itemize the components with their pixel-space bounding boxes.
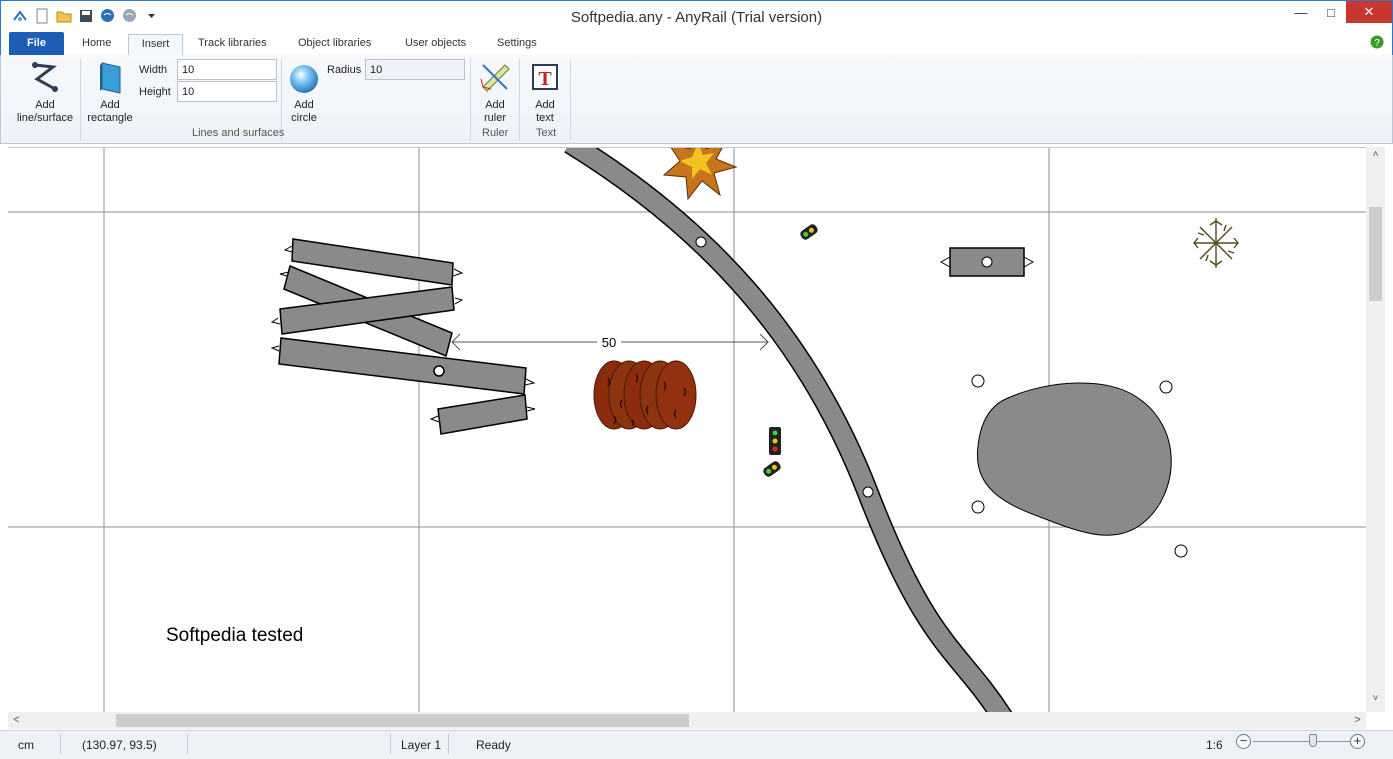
add-rectangle-label-1: Add bbox=[100, 99, 120, 111]
switch-tracks[interactable] bbox=[270, 238, 536, 435]
plant-object[interactable] bbox=[1193, 218, 1239, 268]
canvas-text-label[interactable]: Softpedia tested bbox=[166, 625, 303, 647]
add-circle-label-1: Add bbox=[294, 99, 314, 111]
add-ruler-label-2: ruler bbox=[483, 112, 506, 124]
scroll-left-button[interactable]: < bbox=[8, 712, 25, 729]
signal-object[interactable] bbox=[799, 223, 819, 242]
scroll-right-button[interactable]: > bbox=[1349, 712, 1366, 729]
add-text-label-2: text bbox=[536, 112, 554, 124]
tab-home[interactable]: Home bbox=[72, 34, 121, 55]
group-label-lines-surfaces: Lines and surfaces bbox=[192, 127, 285, 139]
ruler-icon bbox=[480, 64, 510, 92]
tab-user-objects[interactable]: User objects bbox=[395, 34, 476, 55]
track-joint[interactable] bbox=[862, 486, 874, 498]
separator bbox=[80, 59, 81, 141]
status-bar: cm (130.97, 93.5) Layer 1 Ready 1:6 − + bbox=[0, 730, 1393, 759]
handle-point[interactable] bbox=[1174, 544, 1188, 558]
width-label: Width bbox=[139, 64, 168, 76]
tab-insert[interactable]: Insert bbox=[128, 34, 183, 55]
track-joint[interactable] bbox=[695, 236, 707, 248]
track-joint[interactable] bbox=[433, 365, 445, 377]
signal-object[interactable] bbox=[762, 460, 782, 479]
add-line-surface-label-2: line/surface bbox=[16, 112, 74, 124]
add-ruler-label-1: Add bbox=[485, 99, 505, 111]
group-label-text: Text bbox=[536, 127, 557, 139]
handle-point[interactable] bbox=[971, 500, 985, 514]
scroll-up-button[interactable]: ˄ bbox=[1366, 149, 1385, 166]
title-bar: Softpedia.any - AnyRail (Trial version) … bbox=[0, 0, 1393, 31]
track-piece[interactable] bbox=[278, 337, 527, 395]
add-text-label-1: Add bbox=[535, 99, 555, 111]
status-separator bbox=[60, 734, 61, 754]
maximize-button[interactable]: □ bbox=[1316, 1, 1346, 23]
separator bbox=[470, 59, 471, 141]
scroll-down-button[interactable]: ˅ bbox=[1366, 693, 1385, 710]
line-surface-icon bbox=[32, 62, 58, 92]
handle-point[interactable] bbox=[971, 374, 985, 388]
height-label: Height bbox=[139, 86, 171, 98]
close-button[interactable]: ✕ bbox=[1346, 1, 1392, 23]
surface-shape[interactable] bbox=[971, 374, 1188, 558]
add-line-surface-button[interactable]: Add line/surface bbox=[13, 59, 77, 125]
status-scale: 1:6 bbox=[1206, 738, 1223, 752]
add-text-button[interactable]: T Add text bbox=[527, 59, 563, 125]
vertical-scrollbar[interactable]: ˄ ˅ bbox=[1366, 147, 1385, 712]
vertical-scroll-thumb[interactable] bbox=[1369, 207, 1382, 301]
radius-input[interactable] bbox=[365, 59, 465, 80]
ruler-value: 50 bbox=[602, 335, 616, 350]
layout-canvas[interactable]: 50 Softpedia tested bbox=[8, 147, 1366, 712]
ribbon-tabs: File Home Insert Track libraries Object … bbox=[0, 31, 1393, 55]
zoom-slider-thumb[interactable] bbox=[1309, 734, 1317, 747]
svg-text:T: T bbox=[538, 68, 552, 90]
help-icon[interactable]: ? bbox=[1370, 35, 1384, 49]
zoom-in-button[interactable]: + bbox=[1350, 734, 1365, 749]
handle-point[interactable] bbox=[1159, 380, 1173, 394]
window-controls: — □ ✕ bbox=[1286, 1, 1392, 23]
height-input[interactable] bbox=[177, 81, 277, 102]
add-circle-label-2: circle bbox=[291, 112, 317, 124]
status-coordinates: (130.97, 93.5) bbox=[82, 738, 157, 752]
add-rectangle-button[interactable]: Add rectangle bbox=[83, 59, 137, 125]
width-input[interactable] bbox=[177, 59, 277, 80]
horizontal-scrollbar[interactable]: < > bbox=[8, 712, 1366, 729]
track-piece[interactable] bbox=[437, 394, 528, 435]
curved-track[interactable] bbox=[564, 148, 1013, 712]
ribbon-panel: Add line/surface Add rectangle Width Hei… bbox=[0, 55, 1393, 144]
tab-settings[interactable]: Settings bbox=[487, 34, 547, 55]
zoom-slider-track[interactable] bbox=[1253, 741, 1353, 742]
text-icon: T bbox=[532, 64, 558, 90]
add-ruler-button[interactable]: Add ruler bbox=[477, 59, 513, 125]
rectangle-icon bbox=[100, 62, 121, 94]
tab-file[interactable]: File bbox=[9, 32, 64, 55]
zoom-out-button[interactable]: − bbox=[1236, 734, 1251, 749]
short-track[interactable] bbox=[939, 247, 1035, 277]
tab-object-libraries[interactable]: Object libraries bbox=[288, 34, 381, 55]
add-rectangle-label-2: rectangle bbox=[87, 112, 133, 124]
separator bbox=[519, 59, 520, 141]
window-title: Softpedia.any - AnyRail (Trial version) bbox=[570, 9, 823, 26]
circle-icon bbox=[290, 65, 318, 93]
tab-track-libraries[interactable]: Track libraries bbox=[188, 34, 277, 55]
add-line-surface-label-1: Add bbox=[35, 99, 55, 111]
status-state: Ready bbox=[476, 738, 511, 752]
status-separator bbox=[187, 734, 188, 754]
svg-text:?: ? bbox=[1374, 38, 1380, 49]
horizontal-scroll-thumb[interactable] bbox=[116, 714, 689, 727]
status-separator bbox=[390, 734, 391, 754]
add-circle-button[interactable]: Add circle bbox=[286, 59, 322, 125]
star-object[interactable] bbox=[662, 148, 738, 201]
status-layer[interactable]: Layer 1 bbox=[401, 736, 441, 754]
status-separator bbox=[448, 734, 449, 754]
bush-object[interactable] bbox=[593, 360, 697, 430]
separator bbox=[570, 59, 571, 141]
radius-label: Radius bbox=[327, 64, 362, 76]
track-joint[interactable] bbox=[981, 256, 993, 268]
signal-object[interactable] bbox=[769, 427, 781, 455]
status-unit: cm bbox=[18, 738, 34, 752]
minimize-button[interactable]: — bbox=[1286, 1, 1316, 23]
group-label-ruler: Ruler bbox=[482, 127, 509, 139]
